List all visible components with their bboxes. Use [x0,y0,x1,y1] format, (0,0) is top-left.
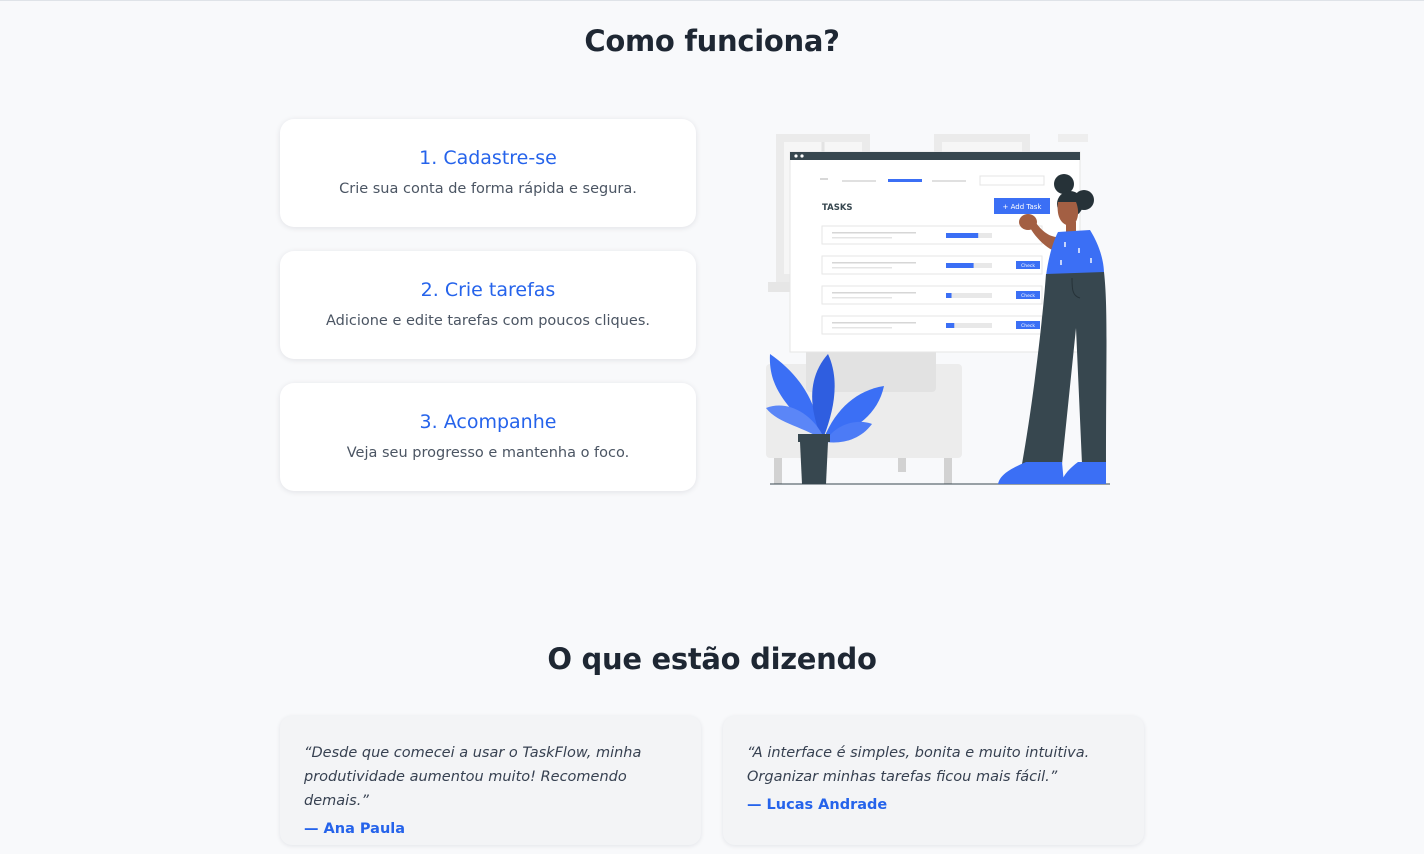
task-check-label: Check [1021,293,1035,299]
task-progress-fill [946,323,955,328]
task-progress-fill [946,263,974,268]
testimonials-title: O que estão dizendo [547,642,877,676]
task-progress-track [946,293,992,298]
step-description: Adicione e edite tarefas com poucos cliq… [325,313,651,329]
task-row-text [832,297,892,299]
step-title: 1. Cadastre-se [419,147,557,169]
testimonial-author: — Lucas Andrade [747,797,888,813]
how-it-works-title: Como funciona? [584,24,840,58]
task-row-text [832,237,892,239]
testimonial-author: — Ana Paula [304,821,406,837]
task-row-text [832,267,892,269]
testimonial-card: “A interface é simples, bonita e muito i… [723,716,1144,845]
testimonial-quote: “A interface é simples, bonita e muito i… [747,745,1090,785]
task-check-label: Check [1021,263,1035,269]
step-title: 2. Crie tarefas [420,279,556,301]
step-card-signup: 1. Cadastre-se Crie sua conta de forma r… [280,119,696,227]
task-board-illustration: TASKS + Add Task Check Check Check [766,134,1110,485]
step-card-track: 3. Acompanhe Veja seu progresso e manten… [280,383,696,491]
step-description: Crie sua conta de forma rápida e segura. [339,181,637,197]
task-row-text [832,262,916,264]
task-row-text [832,327,892,329]
task-check-label: Check [1021,323,1035,329]
task-row-text [832,292,916,294]
testimonial-quote: “Desde que comecei a usar o TaskFlow, mi… [304,745,642,809]
task-progress-fill [946,233,979,238]
step-title: 3. Acompanhe [419,411,557,433]
step-card-create-tasks: 2. Crie tarefas Adicione e edite tarefas… [280,251,696,359]
tasks-heading: TASKS [822,203,853,213]
top-divider [0,0,1424,1]
task-row-text [832,322,916,324]
step-description: Veja seu progresso e mantenha o foco. [346,445,630,461]
task-row-text [832,232,916,234]
add-task-label: + Add Task [1003,203,1043,211]
testimonial-card: “Desde que comecei a usar o TaskFlow, mi… [280,716,701,845]
task-progress-fill [946,293,952,298]
